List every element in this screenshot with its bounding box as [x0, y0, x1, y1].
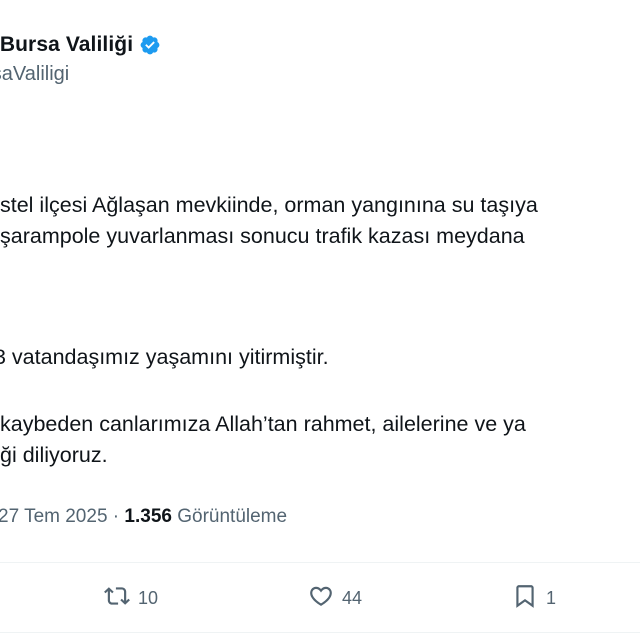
tweet-text-line: kaybeden canlarımıza Allah’tan rahmet, a…: [0, 412, 526, 436]
tweet-date[interactable]: 27 Tem 2025: [0, 506, 108, 527]
tweet-actions: 10 44 1: [0, 583, 640, 617]
bookmark-count: 1: [546, 588, 557, 608]
retweet-icon: [104, 583, 130, 614]
tweet-text-line: stel ilçesi Ağlaşan mevkiinde, orman yan…: [0, 193, 538, 217]
author-handle[interactable]: ursaValiligi: [0, 63, 161, 86]
tweet-text-line: ği diliyoruz.: [0, 443, 108, 467]
author-name-row[interactable]: . Bursa Valiliği: [0, 28, 161, 62]
divider: [0, 562, 640, 563]
tweet-text-line: şarampole yuvarlanması sonucu trafik kaz…: [0, 224, 525, 248]
like-button[interactable]: 44: [308, 583, 362, 614]
divider: [0, 632, 640, 633]
tweet-meta: 27 Tem 2025 · 1.356 Görüntüleme: [0, 506, 287, 528]
author-display-name[interactable]: . Bursa Valiliği: [0, 33, 133, 57]
verified-badge-icon[interactable]: [139, 34, 161, 56]
bookmark-button[interactable]: 1: [512, 583, 556, 614]
retweet-count: 10: [138, 588, 159, 608]
views-label: Görüntüleme: [177, 506, 288, 527]
meta-separator: ·: [112, 506, 120, 527]
heart-icon: [308, 583, 334, 614]
like-count: 44: [342, 588, 363, 608]
retweet-button[interactable]: 10: [104, 583, 158, 614]
tweet-text-line: 3 vatandaşımız yaşamını yitirmiştir.: [0, 345, 329, 369]
views-count: 1.356: [124, 506, 172, 527]
tweet-header: . Bursa Valiliği ursaValiligi: [0, 28, 161, 86]
bookmark-icon: [512, 583, 538, 614]
